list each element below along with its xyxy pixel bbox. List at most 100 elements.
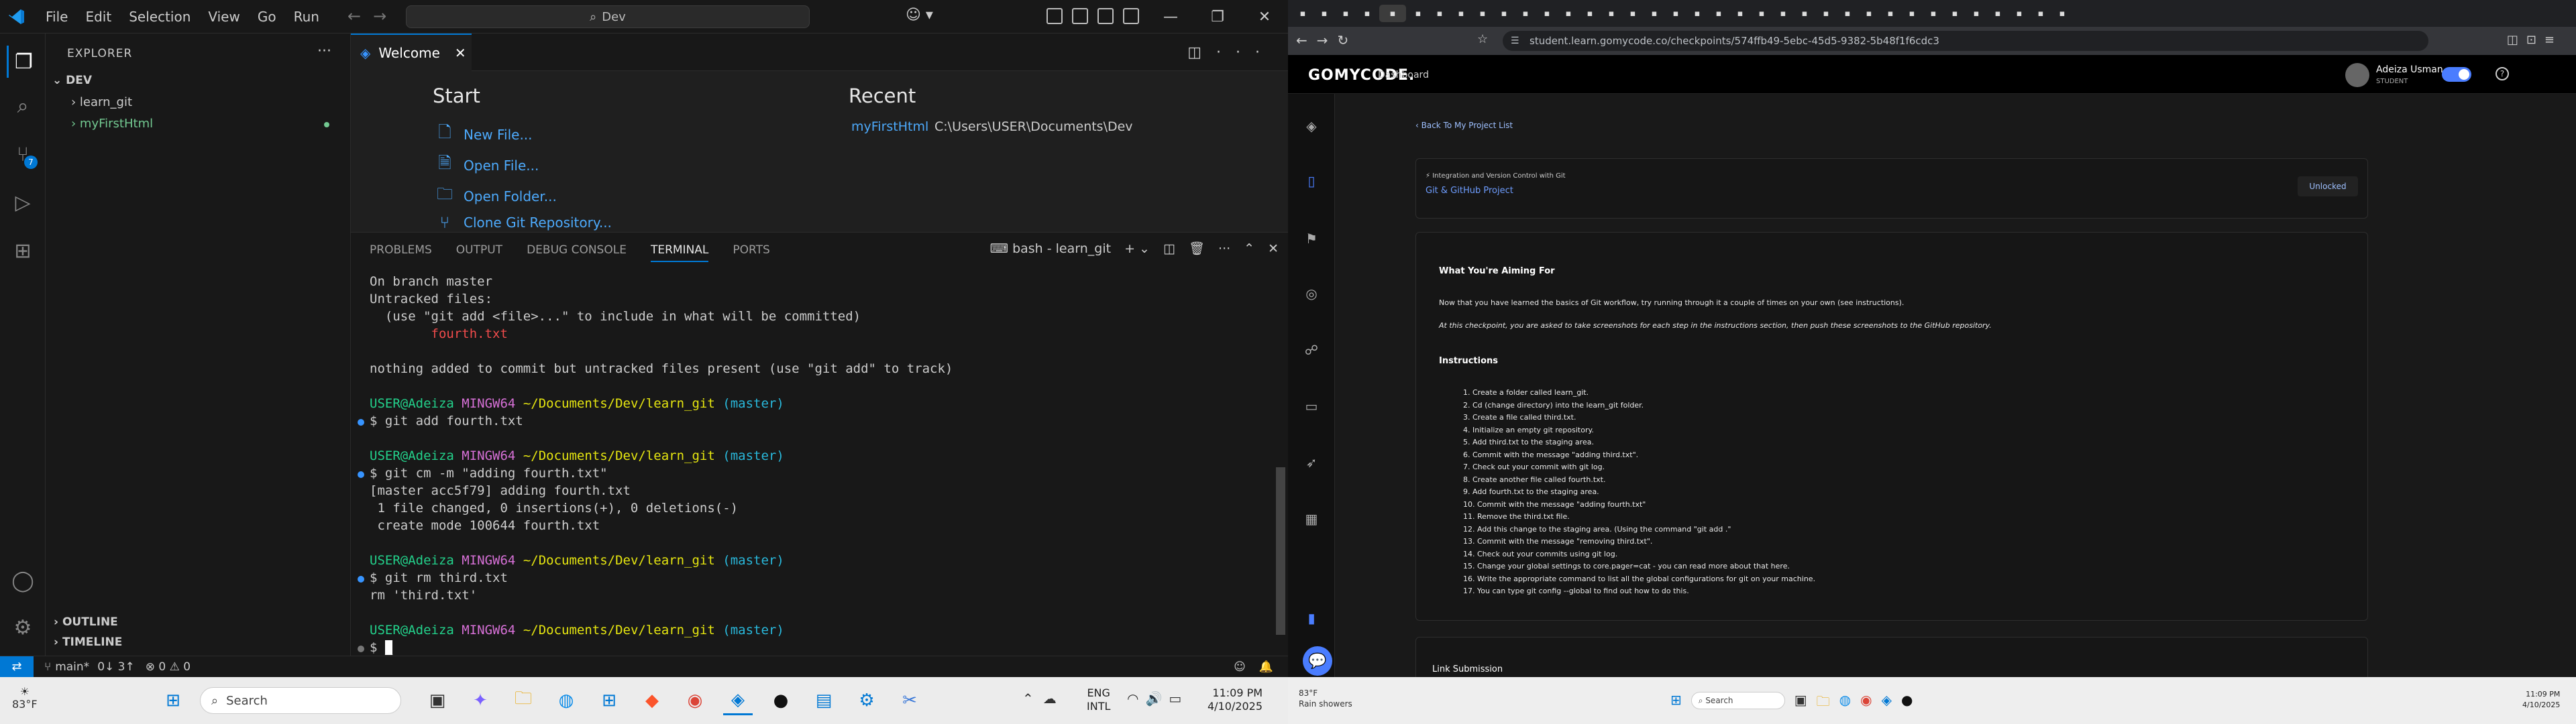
gear-icon[interactable]: ⚙ (7, 611, 39, 644)
command-line-active[interactable]: $ _ (370, 640, 393, 655)
project-title[interactable]: Git & GitHub Project (1426, 186, 1513, 196)
browser-tab[interactable]: ▪ (1988, 5, 2007, 22)
windows-start-icon[interactable]: ⊞ (158, 686, 188, 715)
sync-status[interactable]: 0↓ 3↑ (97, 660, 135, 674)
split-editor-icon[interactable]: ◫ (1187, 44, 1216, 61)
account-icon[interactable]: ◯ (7, 564, 39, 597)
calendar-icon[interactable]: ▦ (1303, 511, 1320, 528)
rocket-icon[interactable]: ➶ (1303, 455, 1320, 472)
layout-icon[interactable] (1046, 8, 1063, 24)
browser-tab[interactable]: ▪ (2053, 5, 2072, 22)
menu-edit[interactable]: Edit (78, 5, 118, 29)
close-tab-icon[interactable]: ✕ (455, 45, 466, 61)
site-info-icon[interactable]: ☰ (1511, 36, 1519, 46)
split-terminal-icon[interactable]: ◫ (1163, 241, 1175, 256)
search-icon[interactable]: ⌕ (7, 90, 39, 122)
user-name[interactable]: Adeiza Usman (2376, 64, 2443, 75)
snipping-tool-icon[interactable]: ✂ (895, 686, 924, 715)
browser-tab[interactable]: ▪ (1817, 5, 1835, 22)
menu-file[interactable]: File (39, 5, 74, 29)
browser-tab[interactable]: ▪ (1538, 5, 1556, 22)
browser-tab[interactable]: ▪ (1645, 5, 1664, 22)
tab-problems[interactable]: PROBLEMS (370, 243, 432, 262)
notepad-icon[interactable]: ▤ (809, 686, 839, 715)
tab-terminal[interactable]: TERMINAL (650, 243, 709, 262)
language-indicator[interactable]: ENG INTL (1087, 686, 1110, 713)
users-icon[interactable]: ☍ (1303, 342, 1320, 359)
brave-icon[interactable]: ◆ (637, 686, 667, 715)
file-explorer-icon[interactable]: 🗀 (1817, 692, 1830, 715)
tab-debug-console[interactable]: DEBUG CONSOLE (527, 243, 627, 262)
copilot-status-icon[interactable]: ☺ (1234, 660, 1246, 674)
browser-tab[interactable]: ▪ (1795, 5, 1814, 22)
menu-view[interactable]: View (201, 5, 246, 29)
browser-nav-icon[interactable]: ←→↻ (1296, 32, 1358, 48)
browser-tab[interactable]: ▪ (1358, 5, 1377, 22)
browser-tab[interactable]: ▪ (1945, 5, 1964, 22)
book-icon[interactable]: ▯ (1303, 173, 1320, 190)
browser-tab[interactable]: ▪ (1409, 5, 1428, 22)
theme-toggle[interactable] (2442, 67, 2471, 82)
maximize-panel-icon[interactable]: ⌃ (1244, 241, 1254, 256)
more-actions-icon[interactable]: ··· (1216, 44, 1275, 61)
vscode-taskbar-icon[interactable]: ◈ (1882, 692, 1892, 715)
timeline-section[interactable]: › TIMELINE (54, 636, 122, 649)
terminal-selector[interactable]: ⌨ bash - learn_git (990, 241, 1111, 256)
command-center-search[interactable]: ⌕ Dev (406, 5, 810, 28)
outline-section[interactable]: › OUTLINE (54, 615, 118, 629)
task-view-icon[interactable]: ▣ (423, 686, 452, 715)
menu-selection[interactable]: Selection (122, 5, 197, 29)
more-actions-icon[interactable]: ··· (317, 43, 331, 60)
tray-icons[interactable]: ⌃☁ (1022, 690, 1066, 707)
remote-indicator-icon[interactable]: ⇄ (0, 656, 34, 677)
browser-tab[interactable]: ▪ (1452, 5, 1470, 22)
bookmark-icon[interactable]: ☆ (1477, 32, 1488, 46)
browser-tab[interactable]: ▪ (1666, 5, 1685, 22)
terminal-scrollbar[interactable] (1276, 467, 1285, 635)
tab-output[interactable]: OUTPUT (456, 243, 502, 262)
bookmark-icon[interactable]: ⚑ (1303, 231, 1320, 248)
menu-run[interactable]: Run (287, 5, 326, 29)
recent-item-link[interactable]: myFirstHtml (851, 119, 928, 134)
edge-icon[interactable]: ◍ (551, 686, 581, 715)
source-control-icon[interactable]: ⑂ 7 (7, 138, 39, 170)
folder-dev[interactable]: ⌄ DEV (52, 74, 92, 87)
browser-tab[interactable]: ▪ (1709, 5, 1728, 22)
problems-status[interactable]: ⊗ 0 ⚠ 0 (146, 660, 191, 674)
github-icon[interactable]: ● (766, 686, 796, 715)
copilot-icon[interactable]: ✦ (466, 686, 495, 715)
clone-repo-link[interactable]: ⑂ Clone Git Repository... (435, 213, 612, 232)
browser-tab[interactable]: ▪ (1580, 5, 1599, 22)
browser-tab[interactable]: ▪ (1336, 5, 1355, 22)
edge-icon[interactable]: ◍ (1839, 692, 1851, 715)
more-actions-icon[interactable]: ··· (1218, 241, 1230, 256)
browser-tab[interactable]: ▪ (1924, 5, 1943, 22)
bell-icon[interactable]: 🔔 (1259, 660, 1273, 674)
sidebar-toggle-icon[interactable] (1072, 8, 1088, 24)
browser-tab[interactable]: ▪ (1473, 5, 1492, 22)
browser-tab[interactable]: ▪ (1379, 5, 1406, 22)
chrome-icon[interactable]: ◉ (680, 686, 710, 715)
open-file-link[interactable]: 🗎 Open File... (435, 152, 539, 179)
browser-tab[interactable]: ▪ (1623, 5, 1642, 22)
network-tool-icon[interactable]: ⚙ (852, 686, 881, 715)
clock[interactable]: 11:09 PM 4/10/2025 (1208, 686, 1263, 713)
browser-tab[interactable]: ▪ (1602, 5, 1621, 22)
system-icons[interactable]: ◠🔊▭ (1127, 690, 1188, 707)
new-terminal-icon[interactable]: + ⌄ (1124, 241, 1150, 256)
tab-welcome[interactable]: ◈ Welcome ✕ (351, 34, 472, 71)
new-file-link[interactable]: 🗋 New File... (435, 121, 532, 148)
nav-dashboard[interactable]: Dashboard (1378, 70, 1429, 80)
browser-tab[interactable]: ▪ (1495, 5, 1513, 22)
panel-toggle-icon[interactable] (1097, 8, 1114, 24)
branch-status[interactable]: main* (55, 660, 89, 674)
open-folder-link[interactable]: 🗀 Open Folder... (435, 182, 557, 210)
avatar[interactable] (2345, 63, 2369, 87)
monitor-icon[interactable]: ▭ (1303, 398, 1320, 416)
tab-ports[interactable]: PORTS (733, 243, 769, 262)
browser-tab[interactable]: ▪ (1559, 5, 1578, 22)
copilot-icon[interactable]: ☺ ▾ (906, 7, 933, 23)
browser-tab[interactable]: ▪ (1688, 5, 1707, 22)
vscode-taskbar-icon[interactable]: ◈ (723, 686, 753, 715)
bin-icon[interactable]: ▮ (1303, 610, 1320, 627)
